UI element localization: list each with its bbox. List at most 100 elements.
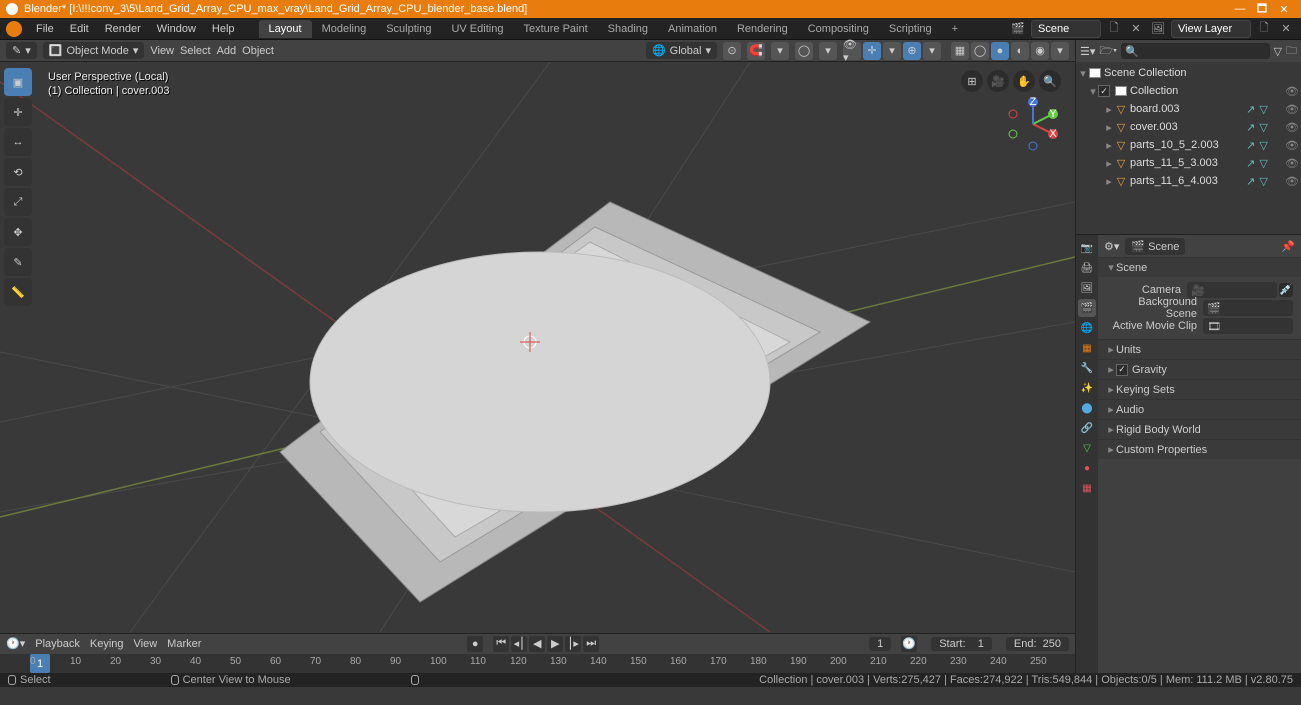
outliner-row-scene-collection[interactable]: ▾ Scene Collection — [1076, 64, 1301, 82]
jump-start-button[interactable]: ⏮ — [493, 636, 509, 652]
window-close-button[interactable]: ✕ — [1273, 3, 1295, 16]
mesh-data-icon[interactable]: ▽ — [1259, 121, 1267, 134]
tl-menu-view[interactable]: View — [134, 638, 158, 650]
workspace-tab-uvediting[interactable]: UV Editing — [441, 20, 513, 38]
viewlayer-new-button[interactable]: 🗋 — [1255, 20, 1273, 38]
prop-section-gravity[interactable]: ▸Gravity — [1098, 360, 1301, 379]
properties-editor-type[interactable]: ⚙▾ — [1104, 240, 1119, 253]
outliner-row-collection[interactable]: ▾ Collection 👁 — [1076, 82, 1301, 100]
overlay-toggle[interactable]: ⊕ — [903, 42, 921, 60]
prop-tab-material[interactable]: ● — [1078, 459, 1096, 477]
proportional-toggle[interactable]: ◯ — [795, 42, 813, 60]
orientation-dropdown[interactable]: 🌐 Global ▾ — [646, 42, 717, 59]
menu-help[interactable]: Help — [204, 23, 243, 35]
viewport-menu-select[interactable]: Select — [180, 45, 211, 57]
viewlayer-icon[interactable]: 🖼 — [1149, 20, 1167, 38]
prop-tab-world[interactable]: 🌐 — [1078, 319, 1096, 337]
prop-tab-physics[interactable]: ⬤ — [1078, 399, 1096, 417]
shading-lookdev[interactable]: ◐ — [1011, 42, 1029, 60]
scene-name-input[interactable] — [1031, 20, 1101, 38]
mesh-data-icon[interactable]: ▽ — [1259, 103, 1267, 116]
viewport-menu-add[interactable]: Add — [217, 45, 237, 57]
mesh-data-icon[interactable]: ▽ — [1259, 175, 1267, 188]
nav-grid-icon[interactable]: ⊞ — [961, 70, 983, 92]
eye-icon[interactable]: 👁 — [1285, 175, 1297, 188]
snap-dropdown[interactable]: ▾ — [771, 42, 789, 60]
arrow-icon[interactable]: ↗ — [1246, 139, 1255, 152]
prop-section-header-scene[interactable]: ▾Scene — [1098, 258, 1301, 277]
outliner-search[interactable]: 🔍 — [1121, 43, 1269, 59]
clip-field[interactable]: 🎞 — [1203, 318, 1293, 334]
viewport-menu-object[interactable]: Object — [242, 45, 274, 57]
current-frame-field[interactable]: 1 — [869, 637, 891, 651]
scene-new-button[interactable]: 🗋 — [1105, 20, 1123, 38]
start-frame-field[interactable]: Start: 1 — [931, 637, 992, 651]
outliner-type-dropdown[interactable]: ☰▾ — [1080, 45, 1095, 58]
prop-section-units[interactable]: ▸Units — [1098, 340, 1301, 359]
jump-end-button[interactable]: ⏭ — [583, 636, 599, 652]
nav-zoom-icon[interactable]: 🔍 — [1039, 70, 1061, 92]
tool-move[interactable]: ↔ — [4, 128, 32, 156]
workspace-add-tab[interactable]: + — [942, 20, 968, 38]
outliner-row-object[interactable]: ▸▽cover.003↗ ▽ 👁 — [1076, 118, 1301, 136]
tl-menu-marker[interactable]: Marker — [167, 638, 201, 650]
proportional-dropdown[interactable]: ▾ — [819, 42, 837, 60]
play-button[interactable]: ▶ — [547, 636, 563, 652]
shading-solid[interactable]: ● — [991, 42, 1009, 60]
menu-file[interactable]: File — [28, 23, 62, 35]
scene-delete-button[interactable]: ✕ — [1127, 20, 1145, 38]
workspace-tab-modeling[interactable]: Modeling — [312, 20, 377, 38]
arrow-icon[interactable]: ↗ — [1246, 157, 1255, 170]
prop-tab-object[interactable]: ▦ — [1078, 339, 1096, 357]
end-frame-field[interactable]: End: 250 — [1006, 637, 1069, 651]
prop-tab-output[interactable]: 🖨 — [1078, 259, 1096, 277]
window-maximize-button[interactable]: 🗖 — [1251, 0, 1273, 19]
nav-camera-icon[interactable]: 🎥 — [987, 70, 1009, 92]
editor-type-dropdown[interactable]: ✎▾ — [6, 42, 37, 59]
eye-icon[interactable]: 👁 — [1285, 103, 1297, 116]
workspace-tab-layout[interactable]: Layout — [259, 20, 312, 38]
mesh-data-icon[interactable]: ▽ — [1259, 139, 1267, 152]
gizmo-dropdown[interactable]: ▾ — [883, 42, 901, 60]
mode-dropdown[interactable]: 🔳 Object Mode ▾ — [43, 42, 145, 59]
menu-edit[interactable]: Edit — [62, 23, 97, 35]
shading-rendered[interactable]: ◉ — [1031, 42, 1049, 60]
shading-wireframe[interactable]: ◯ — [971, 42, 989, 60]
tool-select-box[interactable]: ▣ — [4, 68, 32, 96]
pin-icon[interactable]: 📌 — [1281, 240, 1295, 253]
menu-window[interactable]: Window — [149, 23, 204, 35]
tool-measure[interactable]: 📏 — [4, 278, 32, 306]
viewport-menu-view[interactable]: View — [150, 45, 174, 57]
tl-menu-keying[interactable]: Keying — [90, 638, 124, 650]
tool-transform[interactable]: ✥ — [4, 218, 32, 246]
eyedropper-icon[interactable]: 💉 — [1279, 283, 1293, 297]
xray-toggle[interactable]: ▦ — [951, 42, 969, 60]
gizmo-toggle[interactable]: ✛ — [863, 42, 881, 60]
menu-render[interactable]: Render — [97, 23, 149, 35]
prop-tab-render[interactable]: 📷 — [1078, 239, 1096, 257]
scene-icon[interactable]: 🎬 — [1009, 20, 1027, 38]
outliner-row-object[interactable]: ▸▽parts_11_5_3.003↗ ▽ 👁 — [1076, 154, 1301, 172]
tool-scale[interactable]: ⤢ — [4, 188, 32, 216]
tool-rotate[interactable]: ⟲ — [4, 158, 32, 186]
timeline-editor-type[interactable]: 🕐▾ — [6, 637, 25, 650]
prop-tab-data[interactable]: ▽ — [1078, 439, 1096, 457]
workspace-tab-shading[interactable]: Shading — [598, 20, 658, 38]
prop-section-keying[interactable]: ▸Keying Sets — [1098, 380, 1301, 399]
snap-toggle[interactable]: 🧲 — [747, 42, 765, 60]
properties-breadcrumb[interactable]: 🎬 Scene — [1125, 238, 1185, 255]
workspace-tab-sculpting[interactable]: Sculpting — [376, 20, 441, 38]
outliner-row-object[interactable]: ▸▽board.003↗ ▽ 👁 — [1076, 100, 1301, 118]
outliner-new-collection[interactable]: 🗀 — [1286, 42, 1297, 61]
axis-gizmo[interactable]: X Y Z — [1005, 96, 1061, 152]
arrow-icon[interactable]: ↗ — [1246, 175, 1255, 188]
arrow-icon[interactable]: ↗ — [1246, 103, 1255, 116]
prop-tab-viewlayer[interactable]: 🖼 — [1078, 279, 1096, 297]
prop-section-audio[interactable]: ▸Audio — [1098, 400, 1301, 419]
overlay-dropdown[interactable]: ▾ — [923, 42, 941, 60]
pivot-dropdown[interactable]: ⊙ — [723, 42, 741, 60]
shading-dropdown[interactable]: ▾ — [1051, 42, 1069, 60]
eye-icon[interactable]: 👁 — [1285, 139, 1297, 152]
3d-viewport[interactable]: User Perspective (Local) (1) Collection … — [0, 62, 1075, 633]
workspace-tab-texturepaint[interactable]: Texture Paint — [513, 20, 597, 38]
